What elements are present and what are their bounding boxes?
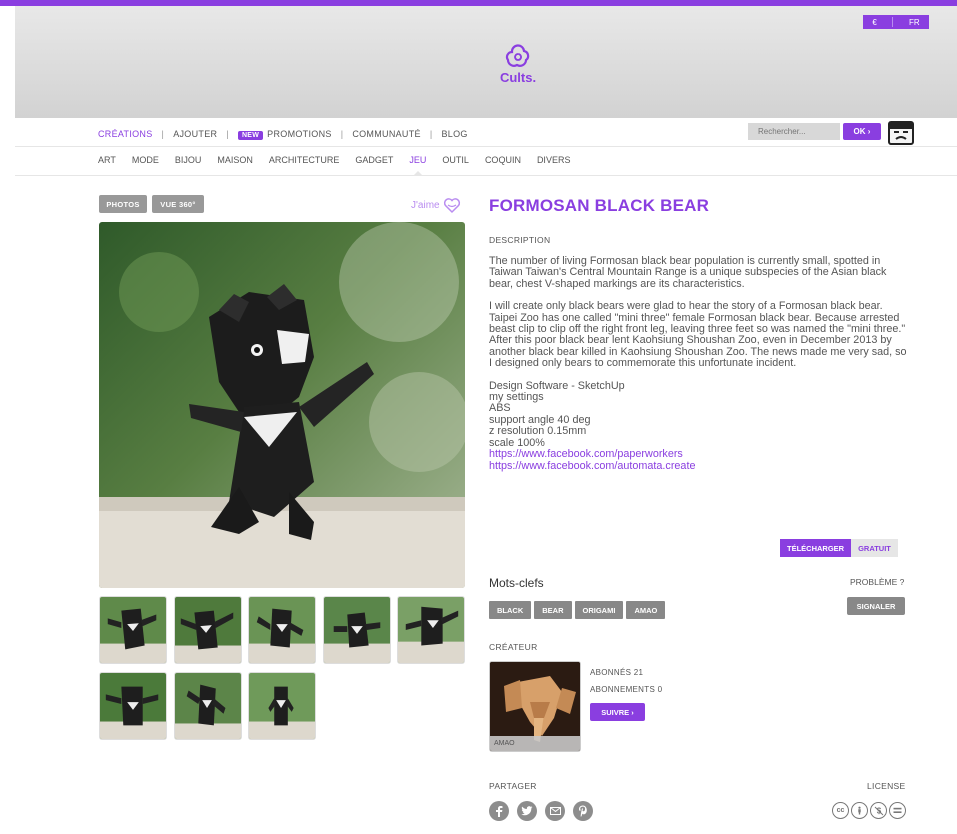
gallery-thumbnail[interactable] [174, 596, 242, 664]
gallery-thumbnail[interactable] [99, 596, 167, 664]
spec-line: my settings [489, 391, 544, 404]
keyword-tags: BLACK BEAR ORIGAMI AMAO [489, 601, 666, 619]
creator-name: AMAO [490, 736, 580, 751]
twitter-icon[interactable] [517, 801, 537, 821]
description-paragraph: The number of living Formosan black bear… [489, 255, 887, 290]
nav-creations[interactable]: CRÉATIONS [98, 129, 153, 139]
facebook-link[interactable]: https://www.facebook.com/paperworkers [489, 448, 909, 460]
product-title: FORMOSAN BLACK BEAR [489, 196, 710, 215]
keyword-tag[interactable]: AMAO [626, 601, 666, 619]
like-label: J'aime [411, 200, 440, 211]
email-icon[interactable] [545, 801, 565, 821]
lang-divider [892, 17, 894, 27]
search-input[interactable] [748, 123, 840, 140]
nav-promotions-label: PROMOTIONS [267, 129, 332, 139]
product-description: The number of living Formosan black bear… [489, 255, 909, 472]
category-mode[interactable]: MODE [132, 155, 159, 167]
description-paragraph: I will create only black bears were glad… [489, 300, 883, 313]
cults-logo-icon [505, 44, 530, 67]
photos-button[interactable]: PHOTOS [99, 195, 147, 213]
main-nav: CRÉATIONS | AJOUTER | NEW PROMOTIONS | CO… [98, 127, 468, 141]
heart-icon [443, 198, 460, 214]
license-icons: cc $ [832, 802, 906, 819]
category-divider [15, 175, 957, 176]
category-architecture[interactable]: ARCHITECTURE [269, 155, 340, 167]
facebook-icon[interactable] [489, 801, 509, 821]
nav-separator: | [340, 129, 344, 139]
spec-line: Design Software - SketchUp [489, 379, 625, 392]
keyword-tag[interactable]: ORIGAMI [574, 601, 624, 619]
user-avatar-icon[interactable] [887, 118, 915, 146]
nav-communaute[interactable]: COMMUNAUTÉ [352, 129, 421, 139]
download-button[interactable]: TÉLÉCHARGER [780, 539, 852, 557]
logo-text: Cults. [499, 70, 537, 85]
category-divers[interactable]: DIVERS [537, 155, 571, 167]
report-button[interactable]: SIGNALER [847, 597, 905, 615]
language-selector[interactable]: FR [906, 18, 923, 27]
cc-icon: cc [832, 802, 849, 819]
nav-separator: | [161, 129, 165, 139]
category-art[interactable]: ART [98, 155, 116, 167]
noncommercial-icon: $ [870, 802, 887, 819]
keyword-tag[interactable]: BEAR [534, 601, 572, 619]
keyword-tag[interactable]: BLACK [489, 601, 532, 619]
nav-ajouter[interactable]: AJOUTER [173, 129, 217, 139]
category-coquin[interactable]: COQUIN [485, 155, 521, 167]
category-gadget[interactable]: GADGET [355, 155, 393, 167]
main-product-photo[interactable] [99, 222, 465, 588]
vue360-button[interactable]: VUE 360° [152, 195, 204, 213]
nav-separator: | [226, 129, 229, 139]
new-badge: NEW [237, 131, 264, 140]
gallery-thumbnail[interactable] [99, 672, 167, 740]
follow-button[interactable]: SUIVRE › [590, 703, 645, 721]
creator-card[interactable]: AMAO [489, 661, 581, 752]
category-jeu[interactable]: JEU [409, 155, 426, 176]
language-switcher[interactable]: € FR [863, 15, 929, 29]
category-nav: ART MODE BIJOU MAISON ARCHITECTURE GADGE… [98, 155, 586, 176]
like-button[interactable]: J'aime [411, 197, 461, 214]
gallery-thumbnail[interactable] [323, 596, 391, 664]
category-outil[interactable]: OUTIL [442, 155, 469, 167]
gallery-thumbnail[interactable] [397, 596, 465, 664]
license-label: LICENSE [867, 781, 906, 791]
problem-label: PROBLÈME ? [850, 577, 905, 587]
pinterest-icon[interactable] [573, 801, 593, 821]
followers-count: ABONNÉS 21 [590, 668, 644, 677]
description-label: DESCRIPTION [489, 235, 551, 245]
following-count: ABONNEMENTS 0 [590, 685, 663, 694]
share-label: PARTAGER [489, 781, 537, 791]
site-header: € FR Cults. [15, 6, 957, 118]
noderivatives-icon [889, 802, 906, 819]
nav-separator: | [429, 129, 433, 139]
download-group: TÉLÉCHARGER GRATUIT [780, 539, 898, 557]
cults-logo[interactable]: Cults. [493, 42, 543, 85]
category-bijou[interactable]: BIJOU [175, 155, 202, 167]
share-buttons [489, 801, 593, 821]
gallery-thumbnail[interactable] [248, 596, 316, 664]
nav-divider [15, 146, 957, 147]
creator-label: CRÉATEUR [489, 642, 538, 652]
category-maison[interactable]: MAISON [217, 155, 253, 167]
nav-blog[interactable]: BLOG [441, 129, 467, 139]
gallery-thumbnail[interactable] [248, 672, 316, 740]
gallery-thumbnail[interactable] [174, 672, 242, 740]
facebook-link[interactable]: https://www.facebook.com/automata.create [489, 460, 909, 472]
nav-promotions[interactable]: NEW PROMOTIONS [237, 129, 332, 140]
currency-selector[interactable]: € [869, 18, 879, 27]
keywords-heading: Mots-clefs [489, 576, 544, 590]
search-ok-button[interactable]: OK › [843, 123, 881, 140]
attribution-icon [851, 802, 868, 819]
description-paragraph: Taipei Zoo has one called "mini three" f… [489, 311, 907, 370]
price-badge: GRATUIT [851, 539, 898, 557]
spec-line: z resolution 0.15mm [489, 425, 587, 438]
